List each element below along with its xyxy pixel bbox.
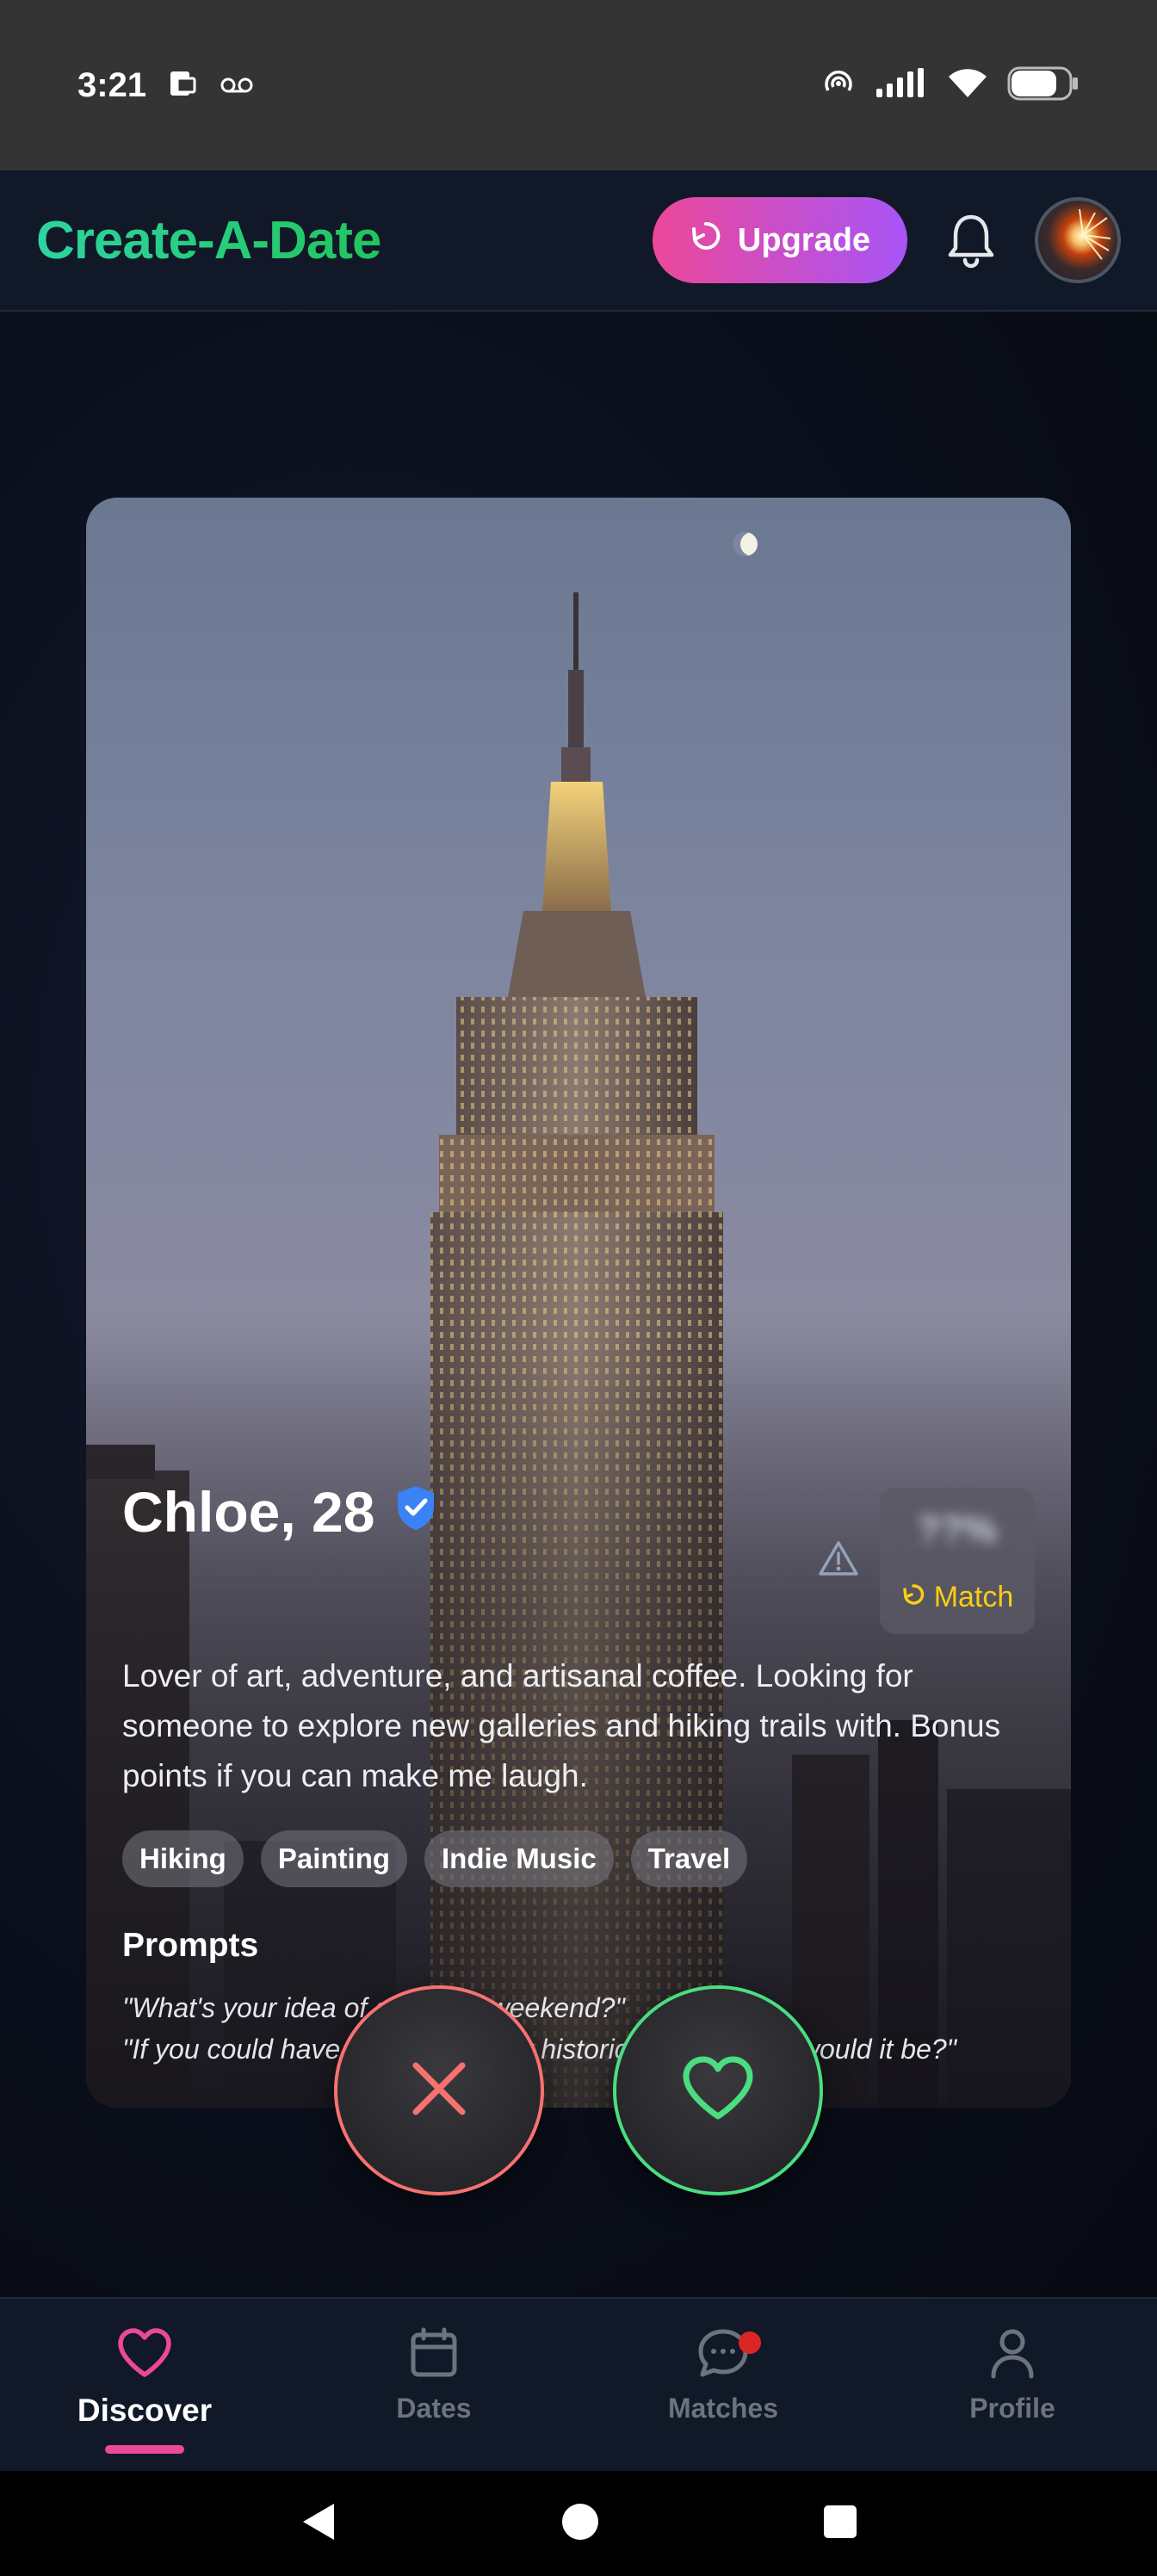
match-label-row: Match <box>880 1581 1035 1614</box>
nav-item-matches[interactable]: Matches <box>578 2299 868 2471</box>
name-age-text: Chloe, 28 <box>122 1480 375 1544</box>
wifi-icon <box>947 66 988 105</box>
prompts-heading: Prompts <box>122 1927 259 1964</box>
nav-label-dates: Dates <box>396 2393 472 2424</box>
hotspot-icon <box>821 66 856 105</box>
signal-icon <box>875 66 928 105</box>
like-button[interactable] <box>613 1985 823 2195</box>
heart-icon <box>115 2326 174 2384</box>
status-bar: 3:21 <box>0 0 1157 170</box>
user-avatar[interactable] <box>1035 197 1121 283</box>
match-badge[interactable]: ??% Match <box>880 1488 1035 1634</box>
notification-dot <box>739 2331 761 2354</box>
nav-label-profile: Profile <box>969 2393 1055 2424</box>
interest-tag: Indie Music <box>424 1830 614 1887</box>
app-header: Create-A-Date Upgrade <box>0 170 1157 312</box>
voicemail-icon <box>219 71 255 101</box>
profile-card[interactable]: Chloe, 28 ??% Match Lover of art, advent… <box>86 498 1071 2108</box>
upgrade-button[interactable]: Upgrade <box>653 197 907 283</box>
back-icon[interactable] <box>300 2502 337 2546</box>
user-icon <box>988 2326 1036 2384</box>
report-warning-icon[interactable] <box>818 1539 859 1582</box>
profile-name: Chloe, 28 <box>122 1479 438 1545</box>
match-percent: ??% <box>917 1508 998 1551</box>
recents-icon[interactable] <box>823 2505 857 2543</box>
nav-label-matches: Matches <box>667 2393 779 2424</box>
system-nav-bar <box>0 2471 1157 2576</box>
nav-label-discover: Discover <box>77 2393 213 2428</box>
status-time: 3:21 <box>77 65 147 104</box>
nav-item-dates[interactable]: Dates <box>289 2299 578 2471</box>
nav-item-profile[interactable]: Profile <box>868 2299 1157 2471</box>
calendar-icon <box>408 2326 460 2384</box>
active-indicator <box>105 2445 184 2454</box>
notifications-bell-icon[interactable] <box>945 210 997 270</box>
heart-icon <box>679 2054 757 2127</box>
interest-tag: Travel <box>630 1830 748 1887</box>
match-refresh-icon <box>901 1581 925 1614</box>
device-icon <box>165 66 200 105</box>
bottom-nav: Discover Dates Matches Profile <box>0 2297 1157 2471</box>
interest-tags: Hiking Painting Indie Music Travel <box>122 1830 748 1887</box>
nav-item-discover[interactable]: Discover <box>0 2299 289 2471</box>
pass-button[interactable] <box>334 1985 544 2195</box>
brand-logo[interactable]: Create-A-Date <box>36 210 381 271</box>
battery-icon <box>1007 65 1080 107</box>
upgrade-icon <box>690 220 722 261</box>
verified-badge-icon <box>393 1479 438 1545</box>
upgrade-label: Upgrade <box>737 221 871 258</box>
discover-view: Chloe, 28 ??% Match Lover of art, advent… <box>0 312 1157 2297</box>
home-icon[interactable] <box>561 2503 599 2545</box>
interest-tag: Hiking <box>122 1830 244 1887</box>
interest-tag: Painting <box>260 1830 408 1887</box>
profile-bio: Lover of art, adventure, and artisanal c… <box>122 1658 1001 1793</box>
match-label: Match <box>933 1581 1014 1613</box>
close-icon <box>407 2057 471 2125</box>
